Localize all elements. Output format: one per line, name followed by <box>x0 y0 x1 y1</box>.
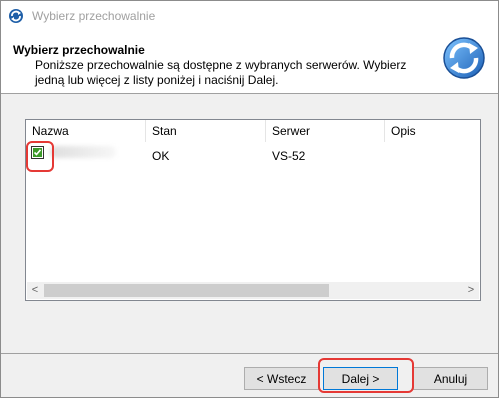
refresh-sync-icon <box>443 37 485 79</box>
repository-name-redacted <box>50 146 116 158</box>
title-bar: Wybierz przechowalnie <box>1 1 498 32</box>
back-button[interactable]: < Wstecz <box>244 367 319 390</box>
wizard-header: Wybierz przechowalnie Poniższe przechowa… <box>1 32 498 94</box>
scroll-left-icon[interactable]: < <box>27 283 43 298</box>
row-status: OK <box>152 149 170 163</box>
next-button-highlight <box>318 358 414 393</box>
horizontal-scrollbar[interactable]: < > <box>27 282 479 299</box>
cancel-button[interactable]: Anuluj <box>413 367 488 390</box>
window-title: Wybierz przechowalnie <box>32 9 156 23</box>
scrollbar-thumb[interactable] <box>44 284 329 297</box>
column-header-name[interactable]: Nazwa <box>26 120 146 142</box>
footer-divider <box>1 353 498 354</box>
header-title: Wybierz przechowalnie <box>13 43 145 57</box>
checkbox-highlight <box>26 141 54 172</box>
scroll-right-icon[interactable]: > <box>463 283 479 298</box>
column-header-description[interactable]: Opis <box>385 120 480 142</box>
row-server: VS-52 <box>272 149 306 163</box>
column-header-status[interactable]: Stan <box>146 120 266 142</box>
dialog-window: Wybierz przechowalnie Wybierz przechowal… <box>0 0 499 398</box>
header-description: Poniższe przechowalnie są dostępne z wyb… <box>35 58 407 87</box>
refresh-sync-icon <box>9 9 23 23</box>
repository-list[interactable]: Nazwa Stan Serwer Opis OK VS-52 < > <box>25 119 481 301</box>
column-header-server[interactable]: Serwer <box>266 120 385 142</box>
